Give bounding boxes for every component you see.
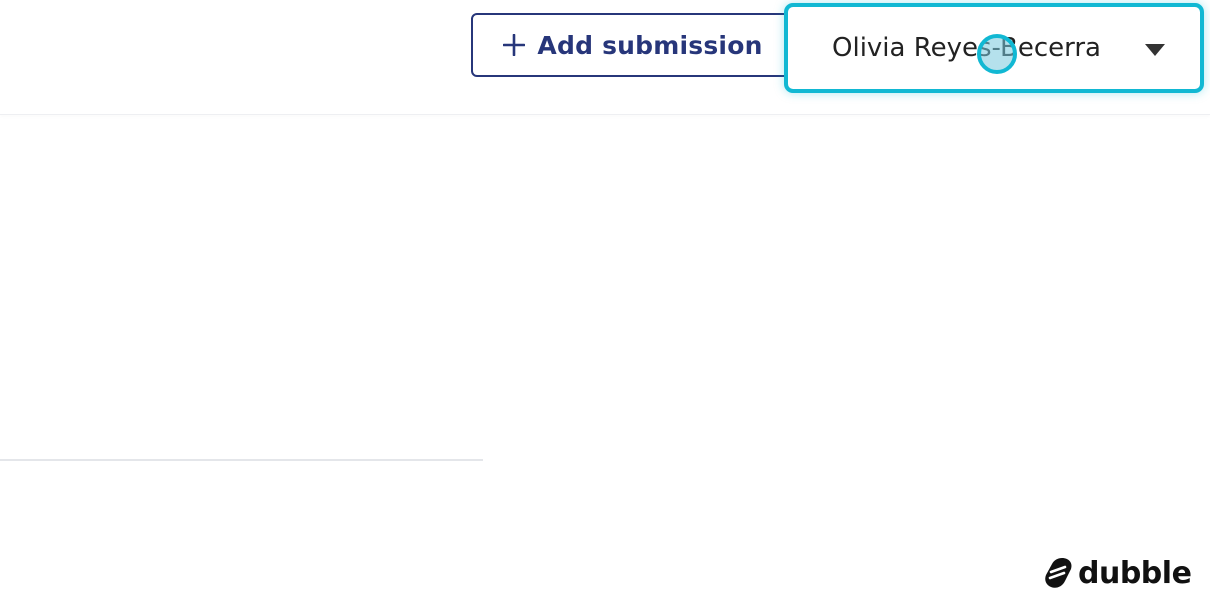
caret-down-icon (1145, 44, 1165, 56)
top-header: Add submission Olivia Reyes-Becerra (0, 0, 1210, 115)
plus-icon (503, 34, 526, 56)
user-name: Olivia Reyes-Becerra (832, 33, 1101, 63)
dubble-watermark: dubble (1042, 555, 1192, 591)
click-indicator (977, 34, 1017, 74)
add-submission-label: Add submission (537, 30, 763, 60)
brand-name: dubble (1078, 555, 1192, 591)
dubble-logo-icon (1045, 558, 1072, 588)
content-divider (0, 459, 483, 461)
add-submission-button[interactable]: Add submission (471, 13, 795, 77)
